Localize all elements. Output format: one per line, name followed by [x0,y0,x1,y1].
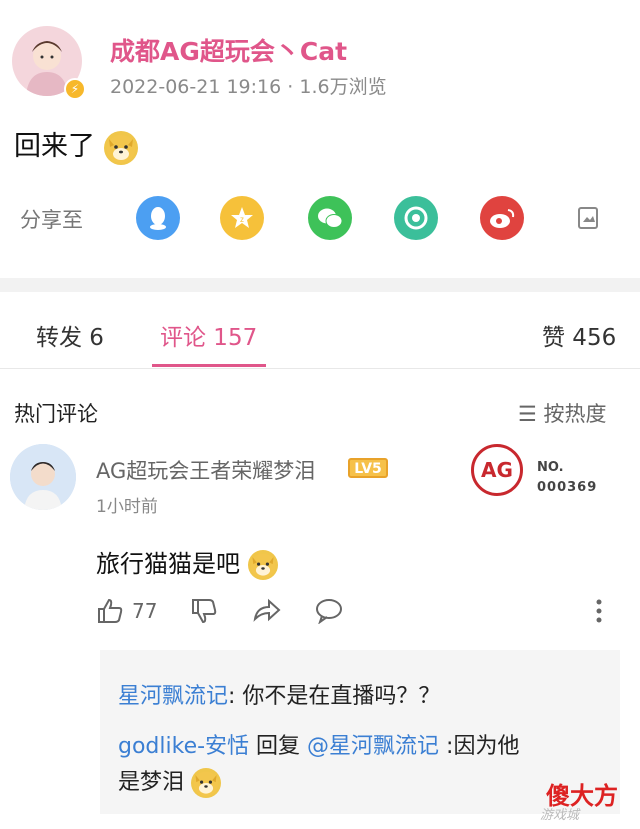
share-comment-button[interactable] [252,598,282,622]
dislike-button[interactable] [190,598,218,624]
share-arrow-icon [253,598,281,622]
fan-badge-number: 000369 [537,480,598,495]
replies-box[interactable]: 星河飘流记: 你不是在直播吗？？ godlike-安恬 回复 @星河飘流记 :因… [100,650,620,814]
reply-text: : 你不是在直播吗？？ [228,684,441,709]
reply-item: godlike-安恬 回复 @星河飘流记 :因为他 [118,728,519,760]
tab-comments[interactable]: 评论 157 [160,318,257,352]
thumbs-up-icon [98,598,123,623]
reply-text: :因为他 [439,734,520,759]
tab-repost[interactable]: 转发 6 [36,318,104,352]
qq-icon[interactable] [136,196,180,240]
level-badge: LV5 [348,458,388,478]
reply-word: 回复 [249,734,308,759]
weibo-icon[interactable] [480,196,524,240]
comment-body: 旅行猫猫是吧 [96,550,240,578]
fan-badge-label: NO. [537,460,564,475]
more-options-button[interactable] [594,598,604,624]
post-text: 回来了 [14,131,95,162]
hot-comments-title: 热门评论 [14,402,98,426]
active-tab-indicator [152,364,266,367]
cat-emoji-icon [191,768,222,798]
poster-icon[interactable] [566,196,610,240]
wechat-icon[interactable] [308,196,352,240]
tab-likes[interactable]: 赞 456 [542,318,616,352]
like-count: 77 [132,599,158,623]
commenter-avatar[interactable] [10,444,76,510]
reply-item-continued: 是梦泪 [118,764,222,798]
reply-item: 星河飘流记: 你不是在直播吗？？ [118,678,440,710]
verified-badge-icon: ⚡ [64,78,86,100]
reply-text-cont: 是梦泪 [118,770,185,795]
sort-label: 按热度 [543,402,607,426]
doge-emoji-icon [247,550,278,580]
watermark-sub: 游戏城 [540,808,580,823]
like-button[interactable]: 77 [96,598,157,624]
menu-lines-icon: ☰ [518,402,544,426]
qzone-icon[interactable]: z [220,196,264,240]
comment-time: 1小时前 [96,497,158,517]
comment-text: 旅行猫猫是吧 [96,544,278,580]
post-views: 1.6万浏览 [299,76,387,98]
sort-by-heat-button[interactable]: ☰ 按热度 [518,398,607,428]
author-name[interactable]: 成都AG超玩会丶Cat [110,32,347,68]
comment-bubble-icon [316,599,342,624]
reply-button[interactable] [314,598,344,624]
commenter-name[interactable]: AG超玩会王者荣耀梦泪 [96,455,315,485]
post-body: 回来了 [14,124,138,165]
tab-divider [0,368,640,369]
post-timestamp: 2022-06-21 19:16 [110,76,282,98]
reply-mention[interactable]: @星河飘流记 [307,734,439,759]
more-vertical-icon [596,599,602,623]
section-divider [0,278,640,292]
doge-emoji-icon [103,130,138,165]
reply-author[interactable]: 星河飘流记 [118,684,228,709]
reply-author[interactable]: godlike-安恬 [118,734,249,759]
ag-team-logo: AG [471,444,523,496]
moments-icon[interactable] [394,196,438,240]
post-meta: 2022-06-21 19:16 · 1.6万浏览 [110,72,387,99]
meta-separator: · [287,76,300,98]
share-label: 分享至 [20,208,83,232]
svg-text:z: z [240,215,244,224]
thumbs-down-icon [192,599,217,624]
